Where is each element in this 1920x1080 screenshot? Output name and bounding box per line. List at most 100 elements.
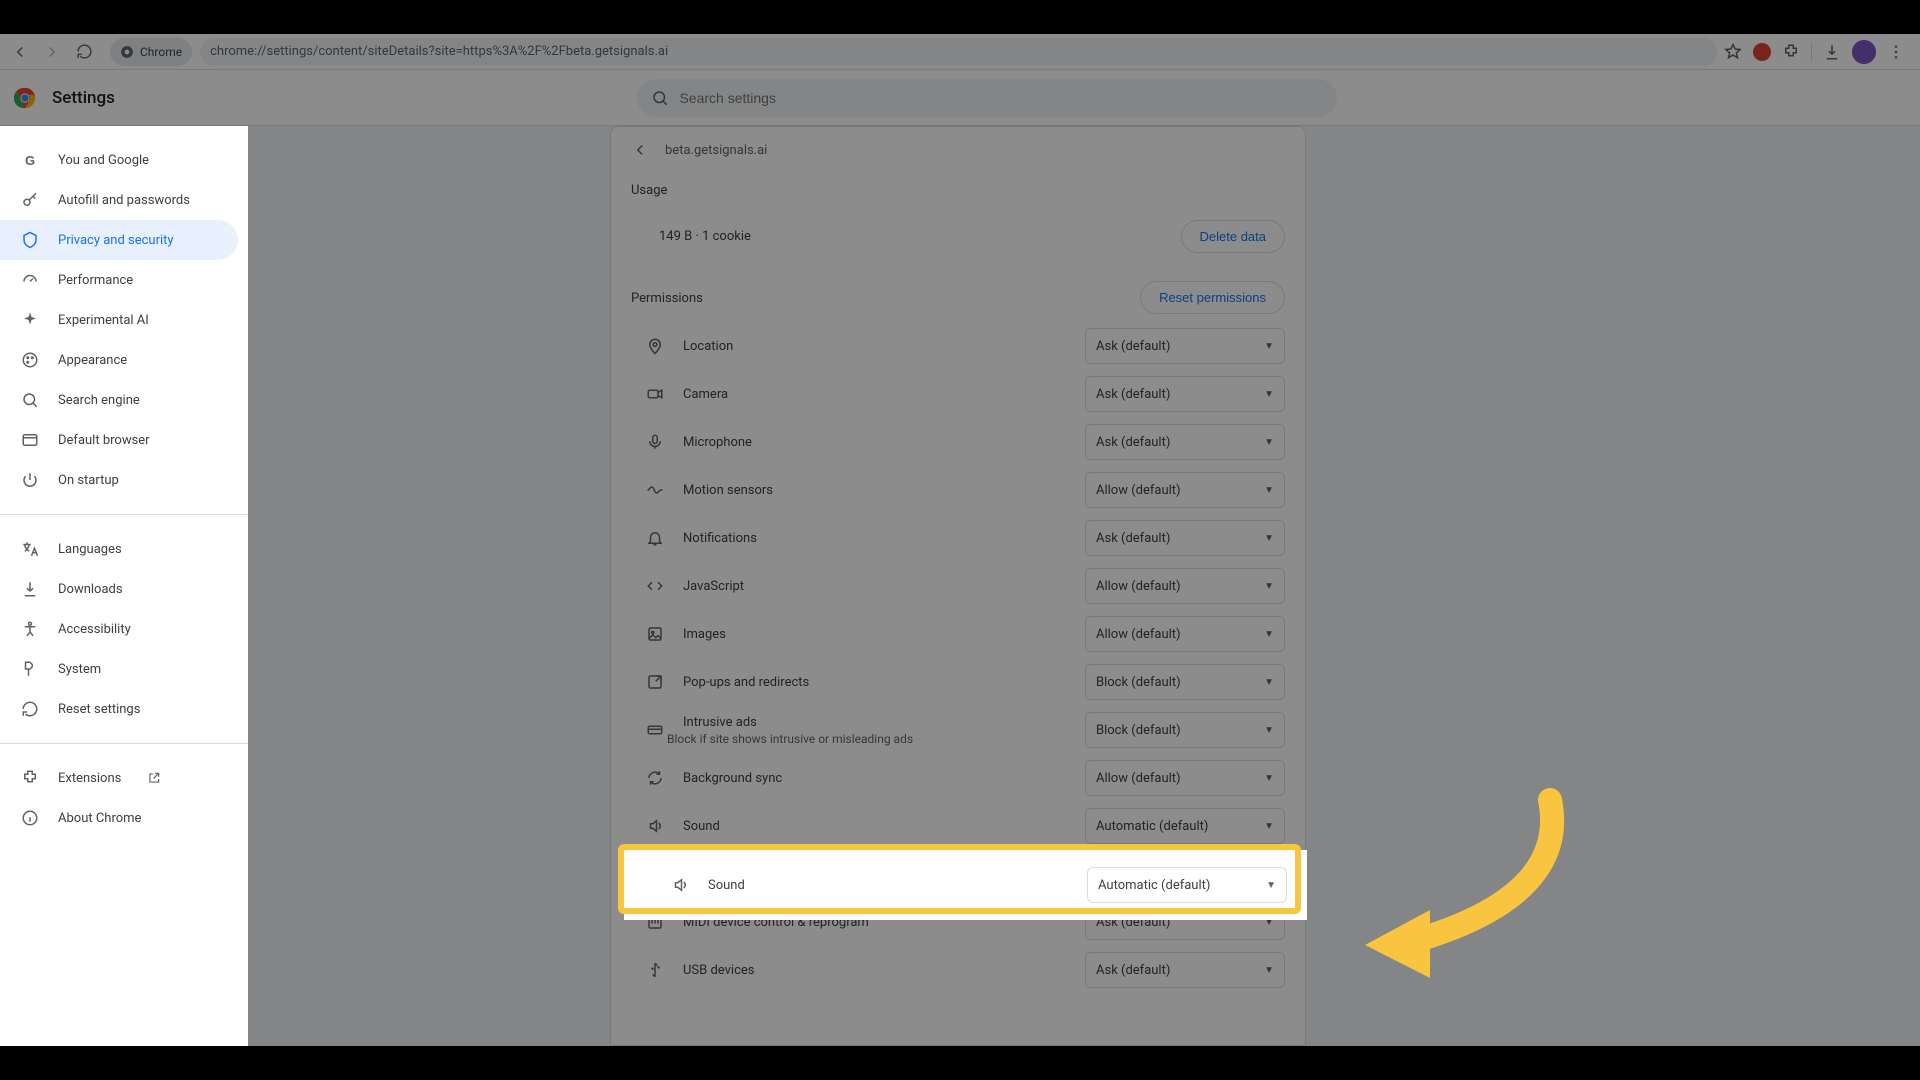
- permission-row-notifications: NotificationsAsk (default)▼: [611, 514, 1305, 562]
- code-icon: [643, 577, 667, 595]
- extensions-icon[interactable]: [1779, 40, 1803, 64]
- ext-icon: [20, 769, 40, 787]
- permission-label: Camera: [683, 387, 1085, 402]
- search-box[interactable]: [637, 79, 1337, 117]
- sidebar-item-label: Autofill and passwords: [58, 193, 190, 208]
- permission-subtext: Block if site shows intrusive or mislead…: [667, 732, 1085, 746]
- sound-label: Sound: [708, 878, 1087, 893]
- permission-row-intrusive-ads: Intrusive adsBlock if site shows intrusi…: [611, 706, 1305, 754]
- permission-select[interactable]: Allow (default)▼: [1085, 616, 1285, 652]
- sidebar-item-label: Privacy and security: [58, 233, 174, 248]
- reset-permissions-button[interactable]: Reset permissions: [1140, 281, 1285, 314]
- chip-label: Chrome: [140, 45, 182, 59]
- chrome-icon: [120, 45, 134, 59]
- permission-select[interactable]: Block (default)▼: [1085, 712, 1285, 748]
- site-chip[interactable]: Chrome: [110, 38, 192, 66]
- address-bar[interactable]: chrome://settings/content/siteDetails?si…: [200, 38, 1717, 66]
- chevron-down-icon: ▼: [1264, 533, 1274, 544]
- sidebar-item-label: Extensions: [58, 771, 121, 786]
- sidebar-item-accessibility[interactable]: Accessibility: [0, 609, 248, 649]
- search-icon: [651, 89, 669, 107]
- back-arrow-button[interactable]: [631, 141, 649, 159]
- permission-select[interactable]: Allow (default)▼: [1085, 760, 1285, 796]
- permission-select[interactable]: Ask (default)▼: [1085, 328, 1285, 364]
- sidebar-item-privacy-and-security[interactable]: Privacy and security: [0, 220, 238, 260]
- delete-data-button[interactable]: Delete data: [1181, 220, 1286, 253]
- sidebar-item-default-browser[interactable]: Default browser: [0, 420, 248, 460]
- permission-select[interactable]: Allow (default)▼: [1085, 472, 1285, 508]
- sidebar-item-on-startup[interactable]: On startup: [0, 460, 248, 500]
- sidebar-item-label: Accessibility: [58, 622, 131, 637]
- usage-text: 149 B · 1 cookie: [659, 229, 751, 244]
- chevron-down-icon: ▼: [1264, 965, 1274, 976]
- site-name: beta.getsignals.ai: [665, 143, 767, 158]
- sidebar-item-you-and-google[interactable]: GYou and Google: [0, 140, 248, 180]
- permission-label: USB devices: [683, 963, 1085, 978]
- chevron-down-icon: ▼: [1264, 341, 1274, 352]
- profile-avatar[interactable]: [1852, 40, 1876, 64]
- sidebar-item-label: Appearance: [58, 353, 127, 368]
- permissions-section-title: Permissions: [631, 281, 723, 314]
- sidebar-item-label: Default browser: [58, 433, 150, 448]
- chevron-down-icon: ▼: [1264, 821, 1274, 832]
- chevron-down-icon: ▼: [1264, 773, 1274, 784]
- palette-icon: [20, 351, 40, 369]
- permission-label: JavaScript: [683, 579, 1085, 594]
- search-input[interactable]: [679, 90, 1323, 106]
- sidebar-item-reset-settings[interactable]: Reset settings: [0, 689, 248, 729]
- permission-select[interactable]: Ask (default)▼: [1085, 952, 1285, 988]
- shield-icon: [20, 231, 40, 249]
- sidebar-item-label: Reset settings: [58, 702, 140, 717]
- bookmark-star-icon[interactable]: [1721, 40, 1745, 64]
- power-icon: [20, 471, 40, 489]
- sound-select[interactable]: Automatic (default) ▼: [1087, 867, 1287, 903]
- bell-icon: [643, 529, 667, 547]
- settings-sidebar: GYou and Google Autofill and passwords Pri…: [0, 126, 248, 1046]
- permission-select[interactable]: Ask (default)▼: [1085, 520, 1285, 556]
- settings-header: Settings: [0, 70, 1920, 126]
- speed-icon: [20, 271, 40, 289]
- sync-icon: [643, 769, 667, 787]
- sidebar-item-downloads[interactable]: Downloads: [0, 569, 248, 609]
- kebab-menu-icon[interactable]: [1884, 40, 1908, 64]
- usb-icon: [643, 961, 667, 979]
- external-link-icon: [147, 771, 161, 785]
- lang-icon: [20, 540, 40, 558]
- sidebar-item-about-chrome[interactable]: About Chrome: [0, 798, 248, 838]
- browser-icon: [20, 431, 40, 449]
- annotation-arrow: [1320, 780, 1580, 980]
- reload-button[interactable]: [70, 38, 98, 66]
- permission-row-images: ImagesAllow (default)▼: [611, 610, 1305, 658]
- permission-select[interactable]: Allow (default)▼: [1085, 568, 1285, 604]
- sidebar-item-performance[interactable]: Performance: [0, 260, 248, 300]
- extension-badge-icon[interactable]: [1753, 43, 1771, 61]
- sidebar-item-appearance[interactable]: Appearance: [0, 340, 248, 380]
- access-icon: [20, 620, 40, 638]
- spark-icon: [20, 311, 40, 329]
- sidebar-item-search-engine[interactable]: Search engine: [0, 380, 248, 420]
- usage-section-title: Usage: [611, 173, 1305, 206]
- sidebar-item-system[interactable]: System: [0, 649, 248, 689]
- sidebar-item-label: Experimental AI: [58, 313, 149, 328]
- sidebar-item-languages[interactable]: Languages: [0, 529, 248, 569]
- permission-select[interactable]: Ask (default)▼: [1085, 424, 1285, 460]
- chevron-down-icon: ▼: [1264, 725, 1274, 736]
- permission-select[interactable]: Block (default)▼: [1085, 664, 1285, 700]
- sidebar-item-autofill-and-passwords[interactable]: Autofill and passwords: [0, 180, 248, 220]
- chevron-down-icon: ▼: [1264, 677, 1274, 688]
- forward-button[interactable]: [38, 38, 66, 66]
- permission-row-microphone: MicrophoneAsk (default)▼: [611, 418, 1305, 466]
- key-icon: [20, 191, 40, 209]
- permission-select[interactable]: Automatic (default)▼: [1085, 808, 1285, 844]
- sound-icon: [668, 876, 692, 894]
- url-text: chrome://settings/content/siteDetails?si…: [210, 44, 668, 59]
- G-icon: G: [20, 153, 40, 168]
- permission-label: Notifications: [683, 531, 1085, 546]
- sidebar-item-extensions[interactable]: Extensions: [0, 758, 248, 798]
- permission-select[interactable]: Ask (default)▼: [1085, 376, 1285, 412]
- chevron-down-icon: ▼: [1264, 389, 1274, 400]
- back-button[interactable]: [6, 38, 34, 66]
- permission-row-sound: SoundAutomatic (default)▼: [611, 802, 1305, 850]
- sidebar-item-experimental-ai[interactable]: Experimental AI: [0, 300, 248, 340]
- download-icon[interactable]: [1820, 40, 1844, 64]
